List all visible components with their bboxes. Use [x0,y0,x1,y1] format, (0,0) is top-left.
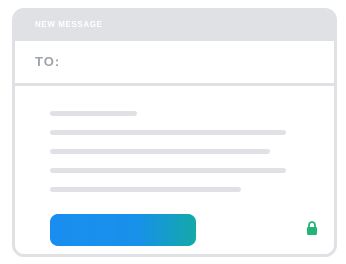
window-title: NEW MESSAGE [35,20,103,29]
placeholder-line [50,130,286,135]
recipient-label: TO: [35,54,61,69]
placeholder-line [50,168,286,173]
recipient-field[interactable]: TO: [15,41,334,86]
placeholder-line [50,187,241,192]
compose-window: NEW MESSAGE TO: [12,8,337,257]
send-button[interactable] [50,214,196,246]
placeholder-line [50,149,270,154]
lock-icon [307,221,317,235]
message-body[interactable] [15,86,334,254]
placeholder-line [50,111,137,116]
compose-titlebar: NEW MESSAGE [15,11,334,41]
